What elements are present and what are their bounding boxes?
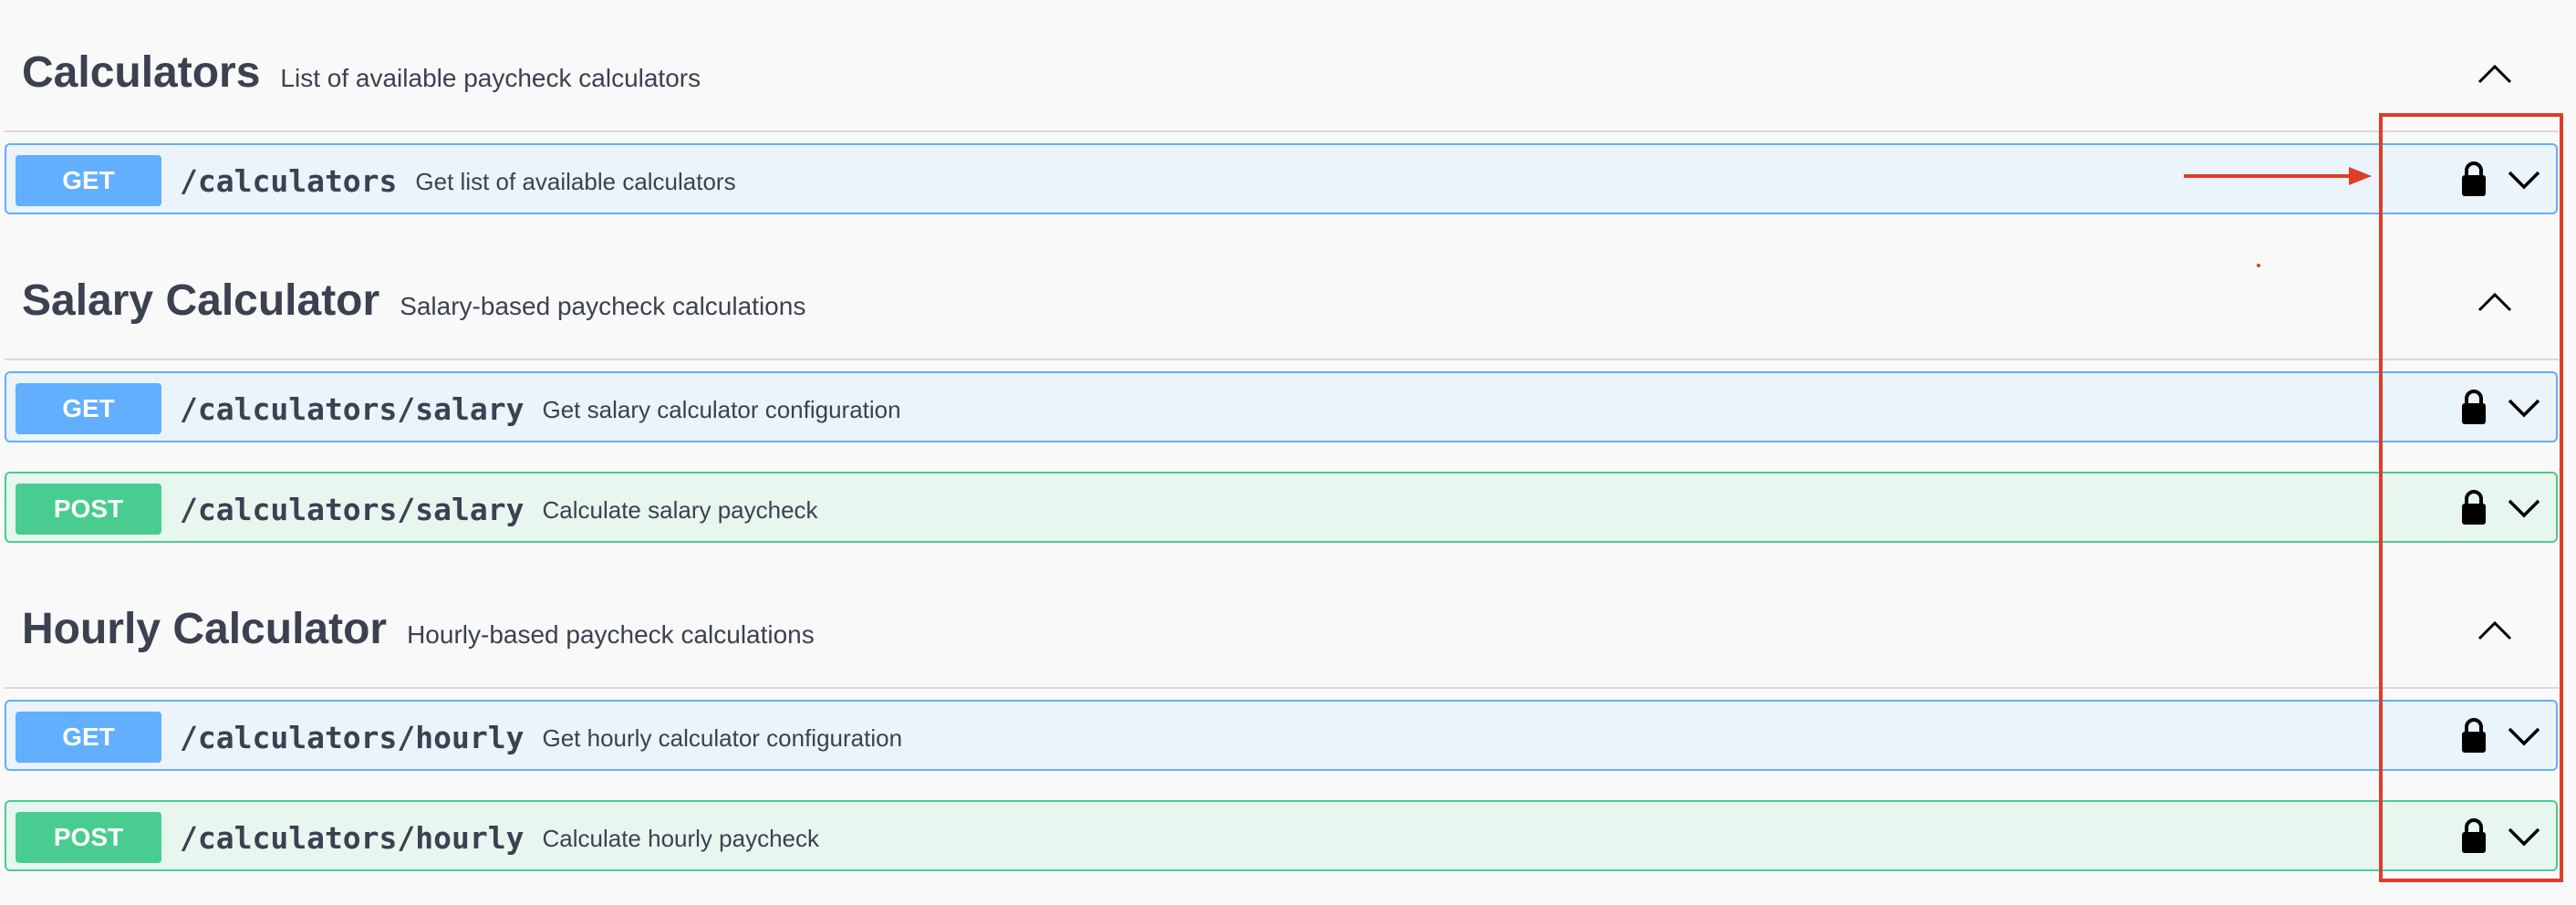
operation-summary: Calculate hourly paycheck	[542, 825, 820, 852]
operation-post-salary[interactable]: POST /calculators/salary Calculate salary…	[5, 472, 2558, 543]
tag-title: Calculators List of available paycheck ca…	[22, 47, 701, 98]
path-text: /calculators/hourly	[180, 720, 525, 755]
operation-summary: Get list of available calculators	[415, 168, 736, 195]
tag-name: Hourly Calculator	[22, 605, 388, 653]
operation-path: /calculators Get list of available calcul…	[180, 163, 736, 199]
operation-get-hourly[interactable]: GET /calculators/hourly Get hourly calcul…	[5, 700, 2558, 771]
operation-path: /calculators/hourly Calculate hourly payc…	[180, 820, 819, 856]
operation-path: /calculators/hourly Get hourly calculator…	[180, 720, 902, 755]
tag-title: Salary Calculator Salary-based paycheck c…	[22, 276, 805, 326]
operation-get-salary[interactable]: GET /calculators/salary Get salary calcul…	[5, 371, 2558, 442]
operation-summary: Get salary calculator configuration	[542, 396, 901, 423]
path-text: /calculators/salary	[180, 492, 525, 527]
operation-summary: Get hourly calculator configuration	[542, 724, 903, 752]
tag-description: Hourly-based paycheck calculations	[407, 620, 815, 649]
tag-header[interactable]: Salary Calculator Salary-based paycheck c…	[5, 228, 2559, 360]
tag-name: Salary Calculator	[22, 276, 380, 325]
path-text: /calculators/hourly	[180, 820, 525, 856]
operation-get-calculators[interactable]: GET /calculators Get list of available ca…	[5, 143, 2558, 214]
annotation-highlight-box	[2379, 113, 2563, 882]
tag-title: Hourly Calculator Hourly-based paycheck c…	[22, 604, 815, 654]
operation-summary: Calculate salary paycheck	[542, 496, 818, 524]
operation-path: /calculators/salary Calculate salary payc…	[180, 492, 818, 527]
tag-description: List of available paycheck calculators	[280, 64, 701, 92]
operation-post-hourly[interactable]: POST /calculators/hourly Calculate hourly…	[5, 800, 2558, 871]
method-badge: POST	[16, 484, 161, 535]
tag-header[interactable]: Calculators List of available paycheck ca…	[5, 0, 2559, 132]
method-badge: GET	[16, 712, 161, 763]
path-text: /calculators/salary	[180, 391, 525, 427]
tag-name: Calculators	[22, 48, 261, 97]
operation-path: /calculators/salary Get salary calculator…	[180, 391, 901, 427]
chevron-up-icon[interactable]	[2472, 55, 2518, 91]
path-text: /calculators	[180, 163, 398, 199]
method-badge: POST	[16, 812, 161, 863]
method-badge: GET	[16, 155, 161, 206]
annotation-arrow-icon	[2184, 167, 2372, 185]
tag-header[interactable]: Hourly Calculator Hourly-based paycheck c…	[5, 557, 2559, 689]
method-badge: GET	[16, 383, 161, 434]
tag-description: Salary-based paycheck calculations	[400, 292, 806, 320]
annotation-dot	[2257, 264, 2260, 267]
